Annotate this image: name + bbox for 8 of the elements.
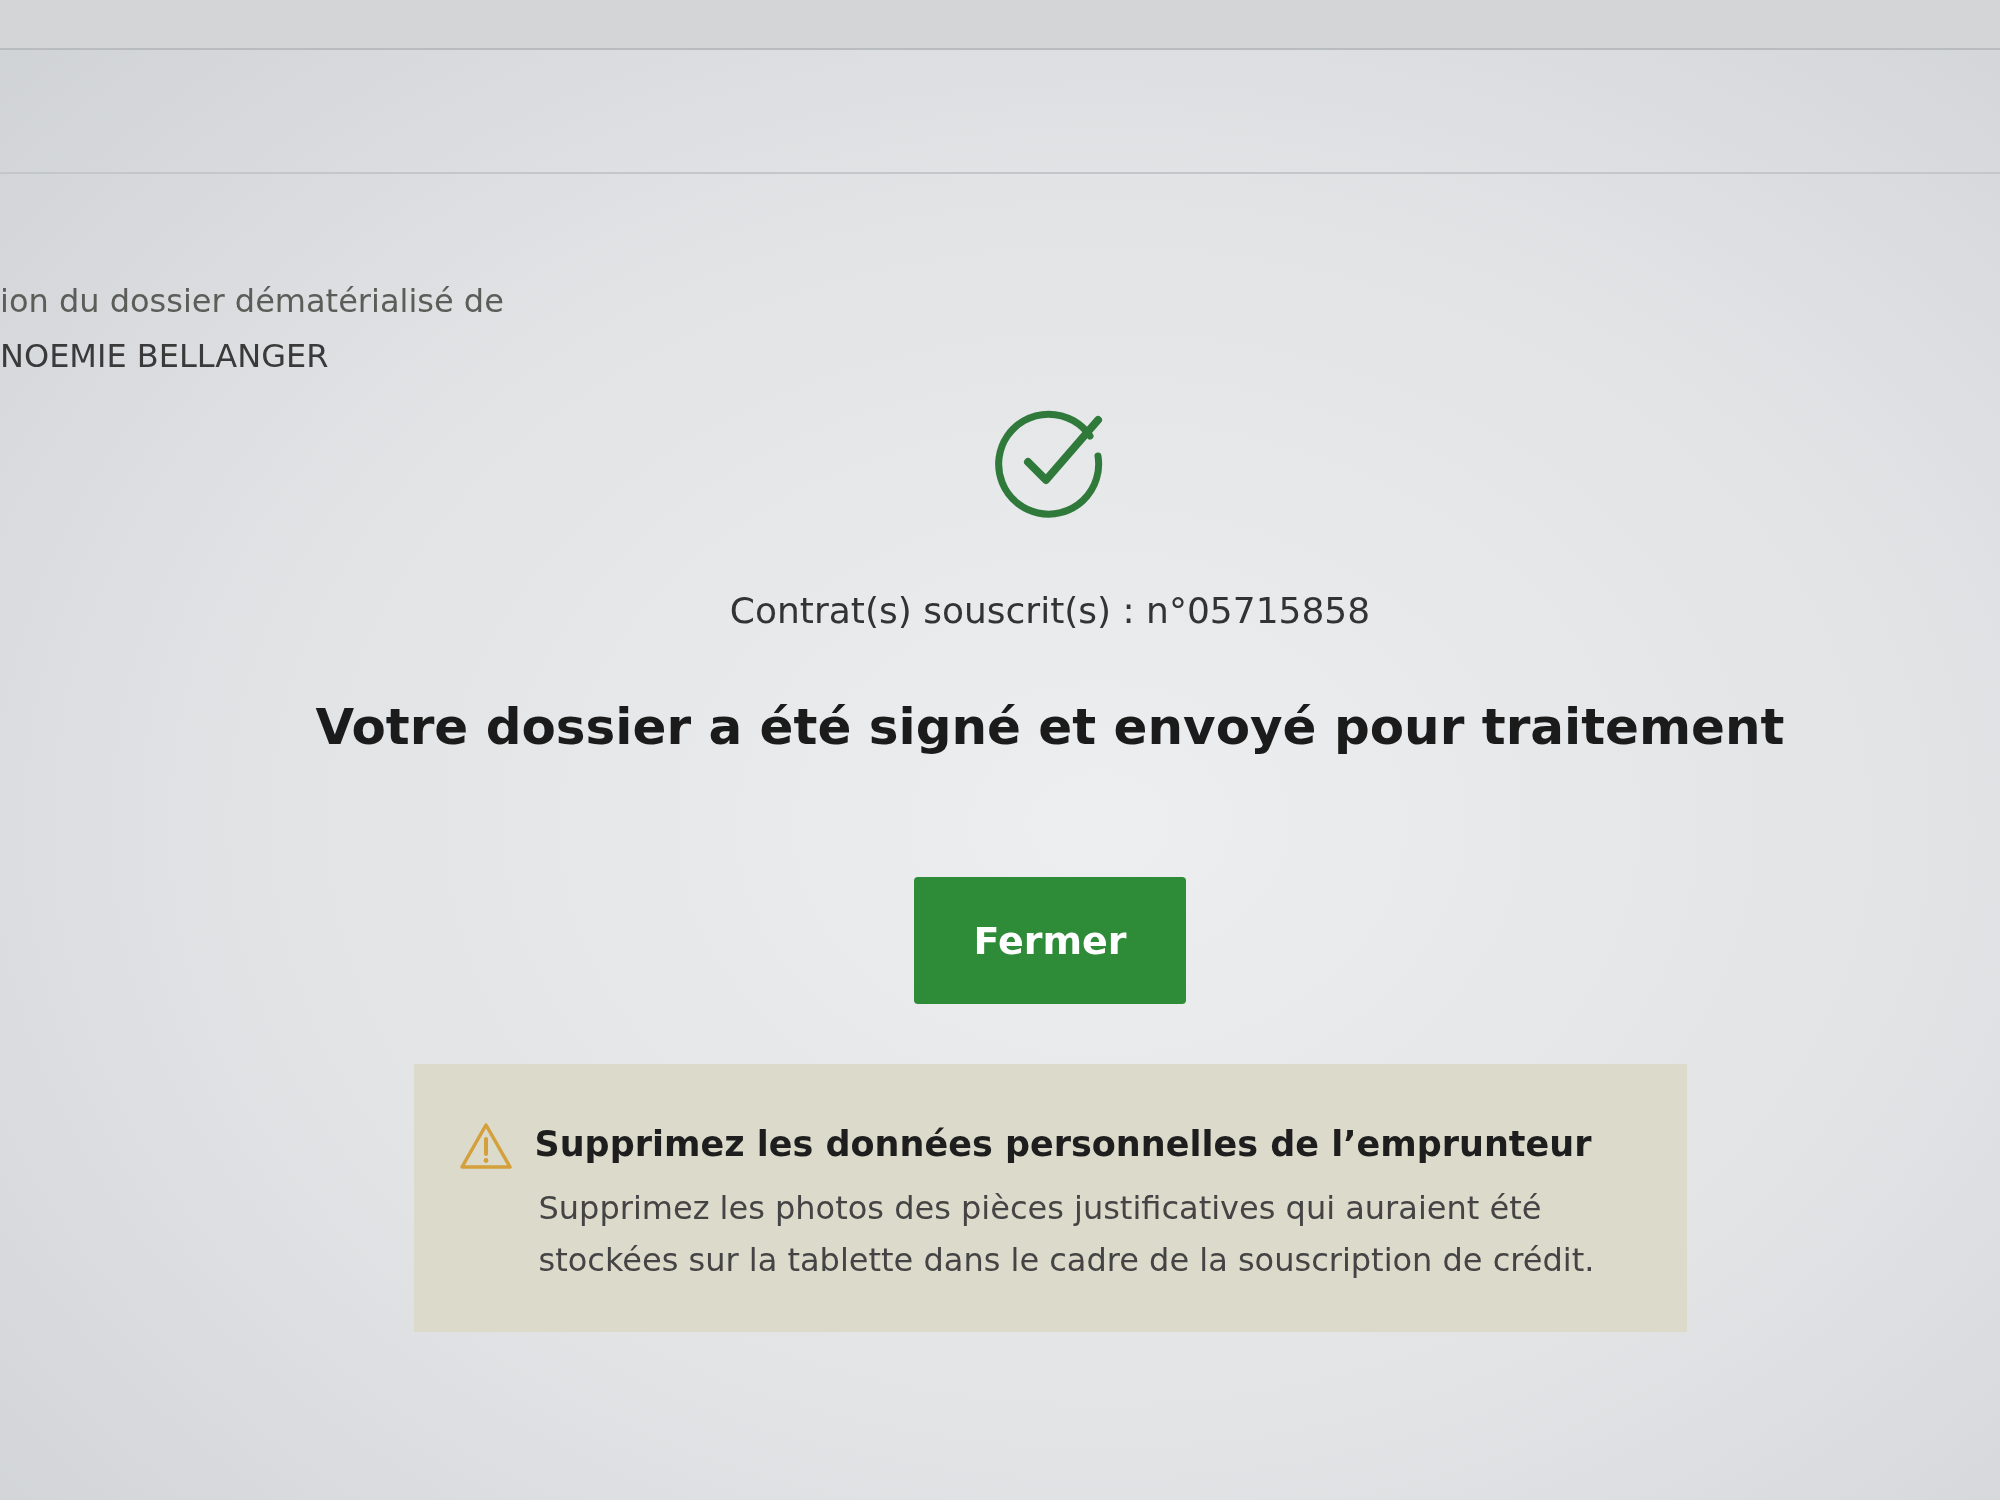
notice-text: Supprimez les photos des pièces justificatives qui auraient été stockées sur la tablette dans le cadre de la souscription de crédit.	[538, 1188, 1596, 1281]
close-button[interactable]: Fermer	[914, 877, 1186, 1004]
dossier-subtitle: ion du dossier dématérialisé de	[0, 281, 504, 322]
contract-number: Contrat(s) souscrit(s) : n°05715858	[729, 589, 1371, 633]
notice-title: Supprimez les données personnelles de l’emprunteur	[534, 1123, 1593, 1166]
confirmation-title: Votre dossier a été signé et envoyé pour traitement	[315, 697, 1785, 757]
warning-icon	[458, 1122, 513, 1170]
dossier-subtitle: NOEMIE BELLANGER	[0, 336, 329, 377]
